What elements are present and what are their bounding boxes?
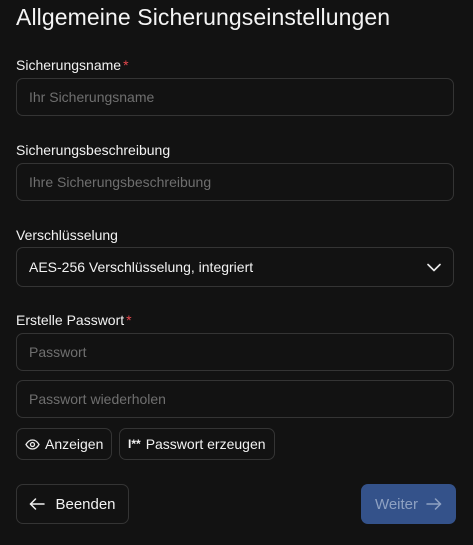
encryption-select[interactable]: AES-256 Verschlüsselung, integriert [16, 247, 454, 287]
arrow-right-icon [426, 498, 442, 510]
required-marker: * [126, 312, 132, 328]
password-label-text: Erstelle Passwort [16, 312, 125, 328]
backup-description-label: Sicherungsbeschreibung [16, 142, 171, 158]
finish-button-label: Beenden [55, 495, 116, 513]
password-label: Erstelle Passwort * [16, 312, 132, 328]
password-input[interactable] [16, 333, 454, 371]
generate-password-button[interactable]: I** Passwort erzeugen [119, 428, 275, 460]
password-repeat-input[interactable] [16, 380, 454, 418]
backup-name-input[interactable] [16, 78, 454, 116]
chevron-down-icon [427, 263, 441, 272]
finish-button[interactable]: Beenden [16, 484, 129, 524]
backup-name-label-text: Sicherungsname [16, 57, 122, 73]
backup-description-input[interactable] [16, 163, 454, 201]
next-button[interactable]: Weiter [361, 484, 456, 524]
encryption-selected-value: AES-256 Verschlüsselung, integriert [29, 259, 254, 275]
eye-icon [25, 438, 40, 450]
arrow-left-icon [29, 498, 46, 510]
show-password-button[interactable]: Anzeigen [16, 428, 113, 460]
required-marker: * [123, 57, 129, 73]
password-asterisk-icon: I** [128, 437, 141, 451]
page-title: Allgemeine Sicherungseinstellungen [16, 4, 391, 30]
encryption-label: Verschlüsselung [16, 227, 118, 243]
next-button-label: Weiter [374, 495, 419, 513]
show-password-label: Anzeigen [45, 436, 104, 452]
backup-name-label: Sicherungsname * [16, 57, 129, 73]
generate-password-label: Passwort erzeugen [145, 436, 266, 452]
